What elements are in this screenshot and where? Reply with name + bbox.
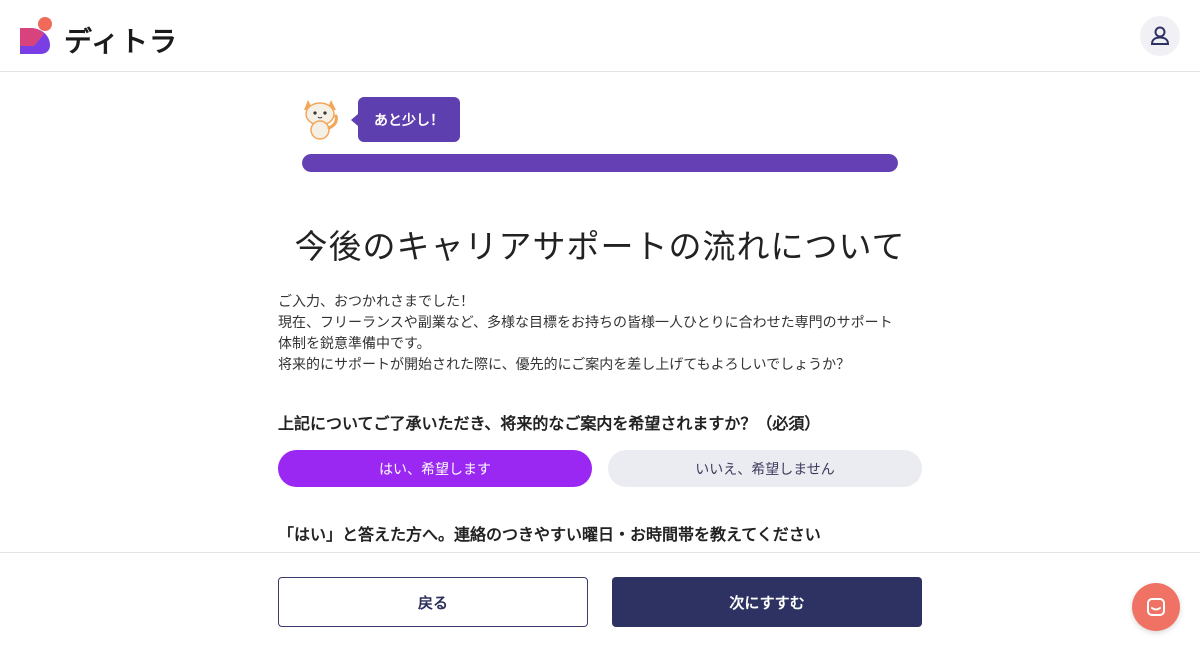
cat-mascot-icon	[304, 100, 338, 140]
option-no-button[interactable]: いいえ、希望しません	[608, 450, 922, 487]
contact-time-question: 「はい」と答えた方へ。連絡のつきやすい曜日・お時間帯を教えてください	[278, 525, 821, 544]
intro-text: ご入力、おつかれさまでした！ 現在、フリーランスや副業など、多様な目標をお持ちの…	[278, 292, 938, 376]
next-button[interactable]: 次にすすむ	[612, 577, 922, 627]
option-yes-button[interactable]: はい、希望します	[278, 450, 592, 487]
intro-line: ご入力、おつかれさまでした！	[278, 294, 474, 310]
user-icon	[1150, 26, 1170, 45]
back-button[interactable]: 戻る	[278, 577, 588, 627]
brand-name[interactable]: ディトラ	[64, 20, 178, 60]
progress-bar-fill	[302, 154, 898, 172]
chat-launcher-button[interactable]	[1132, 583, 1180, 631]
intro-line: 体制を鋭意準備中です。	[278, 336, 431, 352]
ditora-logo-icon[interactable]	[20, 16, 54, 56]
main-content: あと少し！ 今後のキャリアサポートの流れについて ご入力、おつかれさまでした！ …	[0, 72, 1200, 552]
chat-icon	[1147, 598, 1165, 616]
page-title: 今後のキャリアサポートの流れについて	[294, 227, 906, 266]
intro-line: 現在、フリーランスや副業など、多様な目標をお持ちの皆様一人ひとりに合わせた専門の…	[278, 315, 893, 331]
intro-line: 将来的にサポートが開始された際に、優先的にご案内を差し上げてもよろしいでしょうか…	[278, 357, 851, 373]
footer-bar: 戻る 次にすすむ	[0, 552, 1200, 650]
consent-question: 上記についてご了承いただき、将来的なご案内を希望されますか？（必須）	[278, 414, 821, 433]
speech-bubble: あと少し！	[351, 97, 460, 142]
user-menu-button[interactable]	[1140, 16, 1180, 56]
progress-bar	[302, 154, 898, 172]
app-header: ディトラ	[0, 0, 1200, 72]
